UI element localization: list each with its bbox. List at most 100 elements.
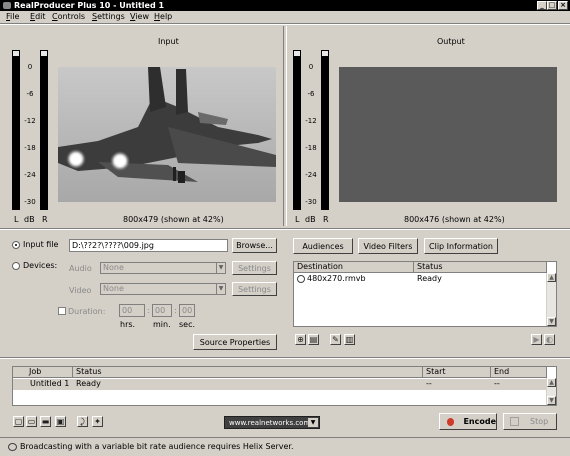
input-file-radio[interactable] [12, 241, 20, 249]
chevron-down-icon: ▼ [216, 284, 225, 294]
minimize-button[interactable]: _ [537, 1, 547, 10]
scale-tick: 0 [308, 63, 314, 71]
column-header-end[interactable]: End [491, 367, 547, 378]
output-scale: 0 -6 -12 -18 -24 -30 [299, 64, 323, 214]
duration-hours[interactable]: 00 [119, 304, 145, 317]
duration-seconds[interactable]: 00 [179, 304, 195, 317]
column-header-destination[interactable]: Destination [294, 262, 414, 273]
scale-tick: -12 [24, 117, 36, 125]
scroll-up-icon[interactable]: ▲ [547, 378, 556, 387]
video-label: Video [69, 286, 92, 295]
output-dimensions: 800x476 (shown at 42%) [404, 215, 505, 224]
browse-button[interactable]: Browse... [232, 238, 277, 253]
video-select[interactable]: None ▼ [100, 283, 226, 295]
table-row[interactable]: Untitled 1 Ready -- -- [13, 379, 547, 390]
scroll-down-icon[interactable]: ▼ [547, 396, 556, 405]
menu-edit[interactable]: Edit [30, 11, 46, 23]
scroll-up-icon[interactable]: ▲ [547, 273, 556, 282]
clip-information-button[interactable]: Clip Information [424, 238, 498, 254]
maximize-button[interactable]: □ [547, 1, 557, 10]
column-header-status[interactable]: Status [414, 262, 547, 273]
scroll-down-icon[interactable]: ▼ [547, 317, 556, 326]
devices-radio[interactable] [12, 262, 20, 270]
scale-tick: -24 [305, 171, 317, 179]
audio-select[interactable]: None ▼ [100, 262, 226, 274]
input-file-field[interactable]: D:\??2?\????\009.jpg [69, 239, 228, 252]
unit-hrs: hrs. [120, 320, 136, 329]
menu-view[interactable]: View [130, 11, 149, 23]
url-dropdown[interactable]: www.realnetworks.com ▼ [224, 416, 320, 429]
column-header-status[interactable]: Status [73, 367, 423, 378]
info-icon [8, 443, 17, 451]
duration-checkbox[interactable] [58, 307, 66, 315]
chevron-down-icon: ▼ [216, 263, 225, 273]
menu-file[interactable]: File [6, 11, 19, 23]
close-button[interactable]: × [558, 1, 568, 10]
stop-button[interactable]: Stop [503, 413, 557, 430]
delete-trash-icon[interactable]: ▥ [344, 334, 355, 345]
job-queue-scrollbar[interactable]: ▲ ▼ [546, 378, 556, 405]
audio-settings-button[interactable]: Settings [232, 261, 277, 275]
job-queue-table: Job Status Start End Untitled 1 Ready --… [12, 366, 557, 406]
output-header: Output [437, 37, 465, 46]
duration-label: Duration: [68, 307, 106, 316]
edit-pencil-icon[interactable]: ✎ [330, 334, 341, 345]
end-cell: -- [494, 379, 500, 388]
input-video-preview [58, 67, 276, 202]
encode-button[interactable]: Encode [439, 413, 497, 430]
status-cell: Ready [417, 274, 442, 283]
app-icon [3, 2, 11, 9]
input-dimensions: 800x479 (shown at 42%) [123, 215, 224, 224]
job-cell: Untitled 1 [30, 379, 70, 388]
audiences-button[interactable]: Audiences [293, 238, 353, 254]
column-header-job[interactable]: Job [13, 367, 73, 378]
tools-icon[interactable]: ⤸ [77, 416, 88, 427]
menu-bar: File Edit Controls Settings View Help [0, 11, 570, 23]
audio-select-value: None [103, 263, 124, 272]
input-scale: 0 -6 -12 -18 -24 -30 [18, 64, 42, 214]
column-header-start[interactable]: Start [423, 367, 491, 378]
meter-label-db: dB [24, 215, 35, 224]
meter-label-l: L [14, 215, 19, 224]
preview-icon[interactable]: ◐ [544, 334, 555, 345]
video-select-value: None [103, 284, 124, 293]
menu-settings[interactable]: Settings [92, 11, 125, 23]
save-as-icon[interactable]: ▣ [55, 416, 66, 427]
status-cell: Ready [76, 379, 101, 388]
input-file-label: Input file [23, 240, 59, 249]
unit-min: min. [153, 320, 171, 329]
new-job-icon[interactable]: ▢ [13, 416, 24, 427]
source-properties-button[interactable]: Source Properties [193, 334, 277, 350]
scale-tick: -18 [305, 144, 317, 152]
video-settings-button[interactable]: Settings [232, 282, 277, 296]
encode-label: Encode [463, 417, 496, 426]
destination-scrollbar[interactable]: ▲ ▼ [546, 273, 556, 326]
meter-label-db: dB [305, 215, 316, 224]
wrench-icon[interactable]: ✦ [92, 416, 103, 427]
colon-separator: : [147, 306, 150, 315]
scale-tick: -18 [24, 144, 36, 152]
scale-tick: -12 [305, 117, 317, 125]
status-message: Broadcasting with a variable bit rate au… [20, 442, 294, 451]
video-filters-button[interactable]: Video Filters [358, 238, 418, 254]
table-row[interactable]: 480x270.rmvb Ready [294, 274, 547, 285]
duration-minutes[interactable]: 00 [152, 304, 172, 317]
destination-template-icon[interactable]: ▤ [308, 334, 319, 345]
save-job-icon[interactable]: ▬ [40, 416, 51, 427]
open-job-icon[interactable]: ▭ [26, 416, 37, 427]
meter-label-r: R [323, 215, 329, 224]
start-cell: -- [426, 379, 432, 388]
destination-cell: 480x270.rmvb [307, 274, 366, 283]
destination-icon [297, 275, 305, 283]
play-icon[interactable]: ▶ [531, 334, 542, 345]
meter-label-l: L [295, 215, 300, 224]
add-destination-icon[interactable]: ⊕ [295, 334, 306, 345]
scale-tick: -24 [24, 171, 36, 179]
input-header: Input [158, 37, 179, 46]
panel-splitter[interactable] [283, 26, 287, 226]
stop-square-icon [510, 417, 519, 426]
menu-help[interactable]: Help [154, 11, 172, 23]
menu-controls[interactable]: Controls [52, 11, 85, 23]
encode-dot-icon [447, 417, 455, 426]
scale-tick: -30 [305, 198, 317, 206]
